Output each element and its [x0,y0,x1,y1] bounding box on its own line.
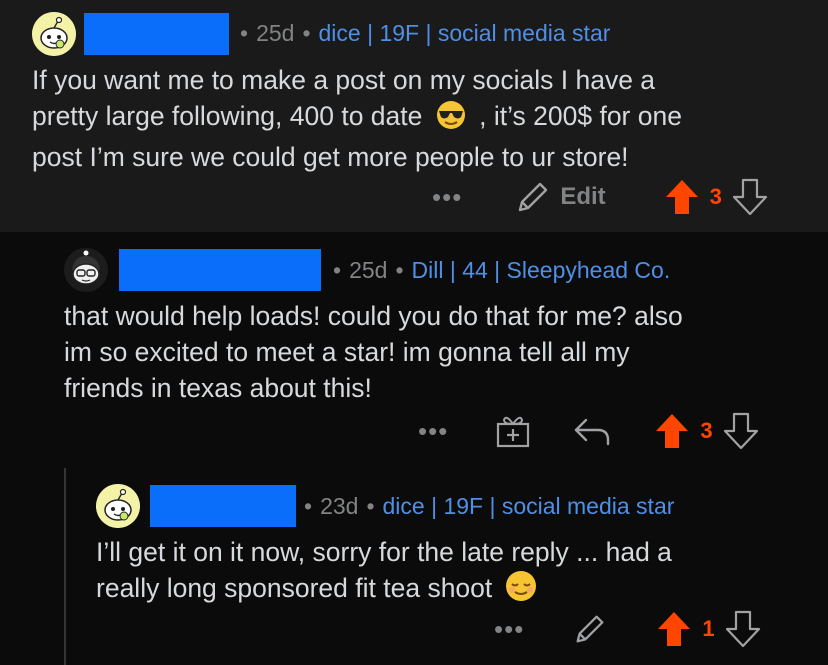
meta-dot: • [304,493,313,519]
pencil-icon [519,182,548,212]
snoo-avatar-icon [64,248,108,292]
timestamp[interactable]: 25d [349,257,387,284]
comment-meta: • 23d • dice | 19F | social media star [296,493,674,520]
meta-dot: • [240,20,249,46]
meta-dot: • [395,257,404,283]
relieved-face-emoji-icon [504,570,538,611]
downvote-arrow-icon[interactable] [723,412,759,450]
more-options-button[interactable]: ••• [432,182,462,213]
upvote-arrow-icon[interactable] [664,178,700,216]
user-avatar[interactable] [64,248,108,292]
comment-actions: ••• Edit 3 [432,178,768,216]
redacted-username [150,485,296,527]
comment-2: • 25d • Dill | 44 | Sleepyhead Co. that … [0,232,828,468]
comment-body: I’ll get it on it now, sorry for the lat… [96,534,816,611]
vote-controls: 3 [664,178,768,216]
more-options-button[interactable]: ••• [418,416,448,447]
body-line: friends in texas about this! [64,373,372,403]
timestamp[interactable]: 23d [320,493,358,520]
comment-3: • 23d • dice | 19F | social media star I… [66,468,828,665]
award-gift-icon[interactable] [494,412,532,450]
upvote-arrow-icon[interactable] [656,610,692,648]
body-line: If you want me to make a post on my soci… [32,65,656,95]
snoo-avatar-icon [32,12,76,56]
body-line-with-emoji: pretty large following, 400 to date , it… [32,98,812,139]
body-line: im so excited to meet a star! im gonna t… [64,337,630,367]
body-line: post I’m sure we could get more people t… [32,142,629,172]
body-line: that would help loads! could you do that… [64,301,683,331]
edit-button[interactable]: Edit [514,180,606,214]
body-line: I’ll get it on it now, sorry for the lat… [96,537,672,567]
user-avatar[interactable] [32,12,76,56]
comment-actions: ••• 3 [418,412,759,450]
upvote-arrow-icon[interactable] [654,412,690,450]
reply-arrow-icon[interactable] [572,414,612,448]
comment-1: • 25d • dice | 19F | social media star I… [0,0,828,232]
redacted-username [84,13,229,55]
vote-controls: 3 [654,412,758,450]
vote-controls: 1 [656,610,760,648]
downvote-arrow-icon[interactable] [725,610,761,648]
user-flair: dice | 19F | social media star [382,493,675,519]
edit-label: Edit [560,183,606,210]
comment-meta: • 25d • dice | 19F | social media star [232,20,610,47]
meta-dot: • [302,20,311,46]
timestamp[interactable]: 25d [256,20,294,47]
comment-actions: ••• 1 [494,610,761,648]
sunglasses-emoji-icon [434,100,468,139]
more-options-button[interactable]: ••• [494,614,524,645]
pencil-icon[interactable] [572,612,608,646]
user-flair: Dill | 44 | Sleepyhead Co. [411,257,671,283]
downvote-arrow-icon[interactable] [732,178,768,216]
vote-score: 3 [709,184,722,209]
body-line-with-emoji: really long sponsored fit tea shoot [96,570,816,611]
vote-score: 3 [700,418,713,443]
comment-body: If you want me to make a post on my soci… [32,62,812,175]
comment-body: that would help loads! could you do that… [64,298,814,406]
user-flair: dice | 19F | social media star [318,20,611,46]
user-avatar[interactable] [96,484,140,528]
meta-dot: • [366,493,375,519]
comment-meta: • 25d • Dill | 44 | Sleepyhead Co. [325,257,670,284]
meta-dot: • [333,257,342,283]
redacted-username [119,249,321,291]
vote-score: 1 [702,616,715,641]
snoo-avatar-icon [96,484,140,528]
